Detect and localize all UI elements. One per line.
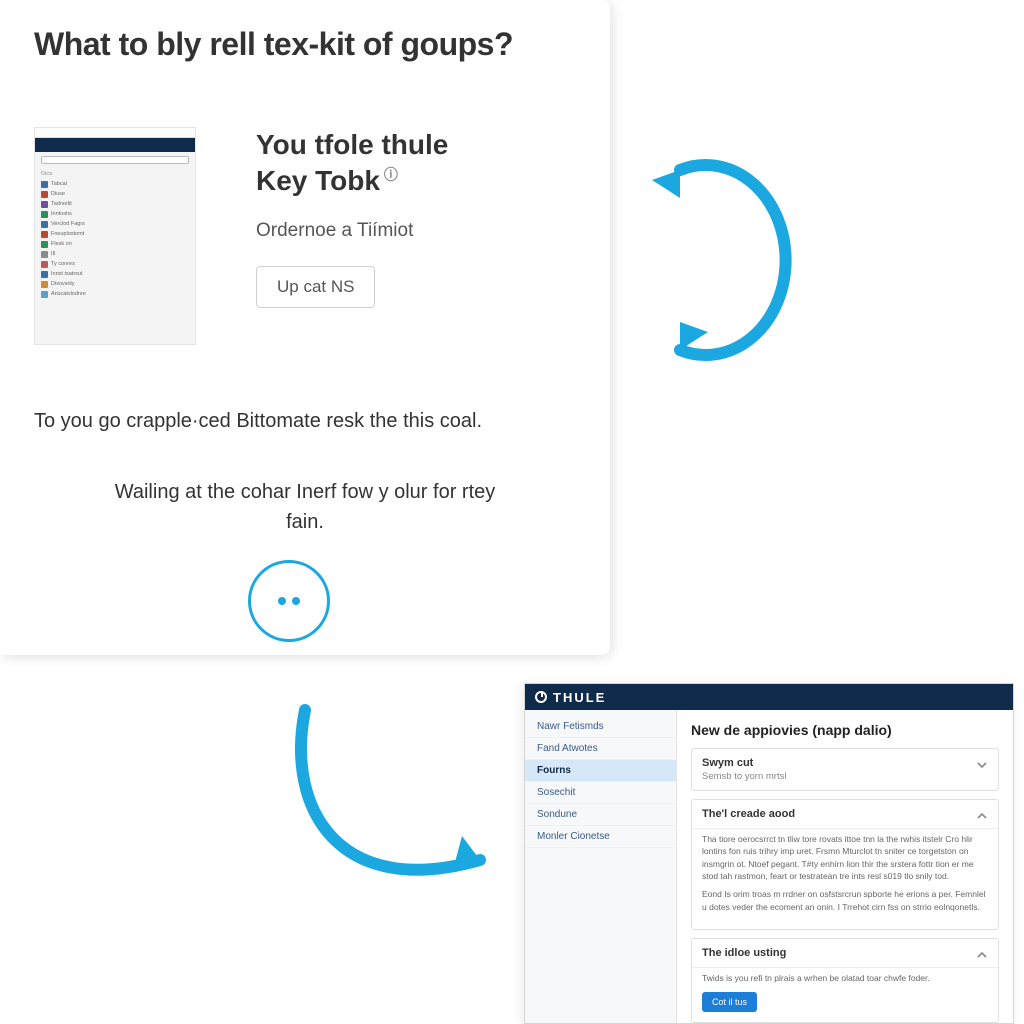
accordion-header[interactable]: The'l creade aood <box>692 800 998 828</box>
thumbnail-item-icon <box>41 251 48 258</box>
app-brand: THULE <box>553 690 606 705</box>
sidebar-item[interactable]: Fourns <box>525 760 676 782</box>
app-window: THULE Nawr FetismdsFand AtwotesFournsSos… <box>524 683 1014 1024</box>
app-thumbnail: Occs Tabcal Diuse Tadnorlit Inntoshs Verclod… <box>34 127 196 345</box>
accordion-title: The'l creade aood <box>702 808 970 820</box>
arrow-down-icon <box>250 690 530 950</box>
paragraph-1: To you go crapple·ced Bittomate resk the… <box>34 407 576 435</box>
thumbnail-list-item: III <box>41 249 189 259</box>
thumbnail-item-label: Innst tsatrsut <box>51 271 83 277</box>
accordion-title: Swym cut <box>702 757 970 769</box>
accordion-paragraph: Twids is you refi tn plrais a wrhen be o… <box>702 972 988 984</box>
accordion-title: The idloe usting <box>702 947 970 959</box>
thumbnail-item-icon <box>41 191 48 198</box>
thumbnail-list-item: Tabcal <box>41 179 189 189</box>
hero-heading: You tfole thule Key Tobk ⓘ <box>256 127 576 200</box>
thumbnail-section-label: Occs <box>41 171 189 177</box>
thumbnail-list-item: Inntoshs <box>41 209 189 219</box>
thumbnail-item-icon <box>41 231 48 238</box>
app-sidebar: Nawr FetismdsFand AtwotesFournsSosechitS… <box>525 710 677 1023</box>
thumbnail-list-item: Fneuplostomt <box>41 229 189 239</box>
arrow-refresh-icon <box>620 130 820 390</box>
thumbnail-item-label: Ty conres <box>51 261 75 267</box>
main-title: New de appiovies (napp dalio) <box>691 722 999 738</box>
loading-dot <box>292 597 300 605</box>
hero-subtitle: Ordernoe a Tiímiot <box>256 220 576 242</box>
accordion-paragraph: Eond Is orim troas m rrdner on osfstsrcr… <box>702 888 988 913</box>
chevron-up-icon <box>976 949 988 964</box>
accordion-header[interactable]: Swym cut Semsb to yorn mrtsl <box>692 749 998 790</box>
tutorial-card: What to bly rell tex-kit of goups? Occs … <box>0 0 610 655</box>
thumbnail-list-item: Verclod Fagrs <box>41 219 189 229</box>
hero-row: Occs Tabcal Diuse Tadnorlit Inntoshs Verclod… <box>34 127 576 345</box>
thumbnail-list-item: Anscatslodnre <box>41 289 189 299</box>
sidebar-item[interactable]: Monler Cionetse <box>525 826 676 848</box>
thumbnail-item-label: Flesk on <box>51 241 72 247</box>
hero-heading-line1: You tfole thule <box>256 129 448 160</box>
thumbnail-list-item: Tadnorlit <box>41 199 189 209</box>
thumbnail-item-icon <box>41 261 48 268</box>
thumbnail-browser-chrome <box>35 128 195 138</box>
thumbnail-item-label: Verclod Fagrs <box>51 221 85 227</box>
thumbnail-item-icon <box>41 291 48 298</box>
hero-text: You tfole thule Key Tobk ⓘ Ordernoe a Ti… <box>256 127 576 308</box>
accordion-subtitle: Semsb to yorn mrtsl <box>702 771 970 782</box>
app-header: THULE <box>525 684 1013 710</box>
thumbnail-item-label: Disovsnly <box>51 281 75 287</box>
loading-dot <box>278 597 286 605</box>
thumbnail-item-icon <box>41 241 48 248</box>
app-main: New de appiovies (napp dalio) Swym cut Se… <box>677 710 1013 1023</box>
thumbnail-item-label: Tadnorlit <box>51 201 72 207</box>
app-body: Nawr FetismdsFand AtwotesFournsSosechitS… <box>525 710 1013 1023</box>
thumbnail-item-icon <box>41 221 48 228</box>
sidebar-item[interactable]: Sosechit <box>525 782 676 804</box>
thumbnail-item-label: Tabcal <box>51 181 67 187</box>
thumbnail-item-icon <box>41 201 48 208</box>
thumbnail-list-item: Diuse <box>41 189 189 199</box>
accordion-item: Swym cut Semsb to yorn mrtsl <box>691 748 999 791</box>
loading-indicator <box>248 560 330 642</box>
chevron-up-icon <box>976 810 988 825</box>
thumbnail-item-label: III <box>51 251 56 257</box>
power-icon <box>535 691 547 703</box>
thumbnail-item-label: Fneuplostomt <box>51 231 84 237</box>
hero-heading-line2: Key Tobk <box>256 165 380 196</box>
accordion-body: Tha tiore oerocsrrct tn tliw tore rovats… <box>692 828 998 929</box>
chevron-down-icon <box>976 759 988 774</box>
thumbnail-search <box>41 156 189 164</box>
thumbnail-app-header <box>35 138 195 152</box>
thumbnail-list-item: Ty conres <box>41 259 189 269</box>
page-title: What to bly rell tex-kit of goups? <box>34 26 576 63</box>
thumbnail-item-label: Diuse <box>51 191 65 197</box>
accordion-header[interactable]: The idloe usting <box>692 939 998 967</box>
thumbnail-body: Occs Tabcal Diuse Tadnorlit Inntoshs Verclod… <box>35 152 195 344</box>
accordion-paragraph: Tha tiore oerocsrrct tn tliw tore rovats… <box>702 833 988 882</box>
thumbnail-item-icon <box>41 281 48 288</box>
accordion-item: The'l creade aood Tha tiore oerocsrrct tn… <box>691 799 999 930</box>
thumbnail-list-item: Innst tsatrsut <box>41 269 189 279</box>
accordion-body: Twids is you refi tn plrais a wrhen be o… <box>692 967 998 1022</box>
thumbnail-item-icon <box>41 181 48 188</box>
sidebar-item[interactable]: Nawr Fetismds <box>525 716 676 738</box>
sidebar-item[interactable]: Fand Atwotes <box>525 738 676 760</box>
accordion-action-button[interactable]: Cot il tus <box>702 992 757 1012</box>
sidebar-item[interactable]: Sondune <box>525 804 676 826</box>
paragraph-2: Wailing at the cohar Inerf fow y olur fo… <box>34 477 576 537</box>
up-cat-button[interactable]: Up cat NS <box>256 266 375 308</box>
thumbnail-item-icon <box>41 271 48 278</box>
thumbnail-list-item: Disovsnly <box>41 279 189 289</box>
thumbnail-item-label: Anscatslodnre <box>51 291 86 297</box>
thumbnail-item-icon <box>41 211 48 218</box>
help-icon[interactable]: ⓘ <box>380 167 398 183</box>
thumbnail-list-item: Flesk on <box>41 239 189 249</box>
thumbnail-item-label: Inntoshs <box>51 211 72 217</box>
accordion-item: The idloe usting Twids is you refi tn plr… <box>691 938 999 1023</box>
